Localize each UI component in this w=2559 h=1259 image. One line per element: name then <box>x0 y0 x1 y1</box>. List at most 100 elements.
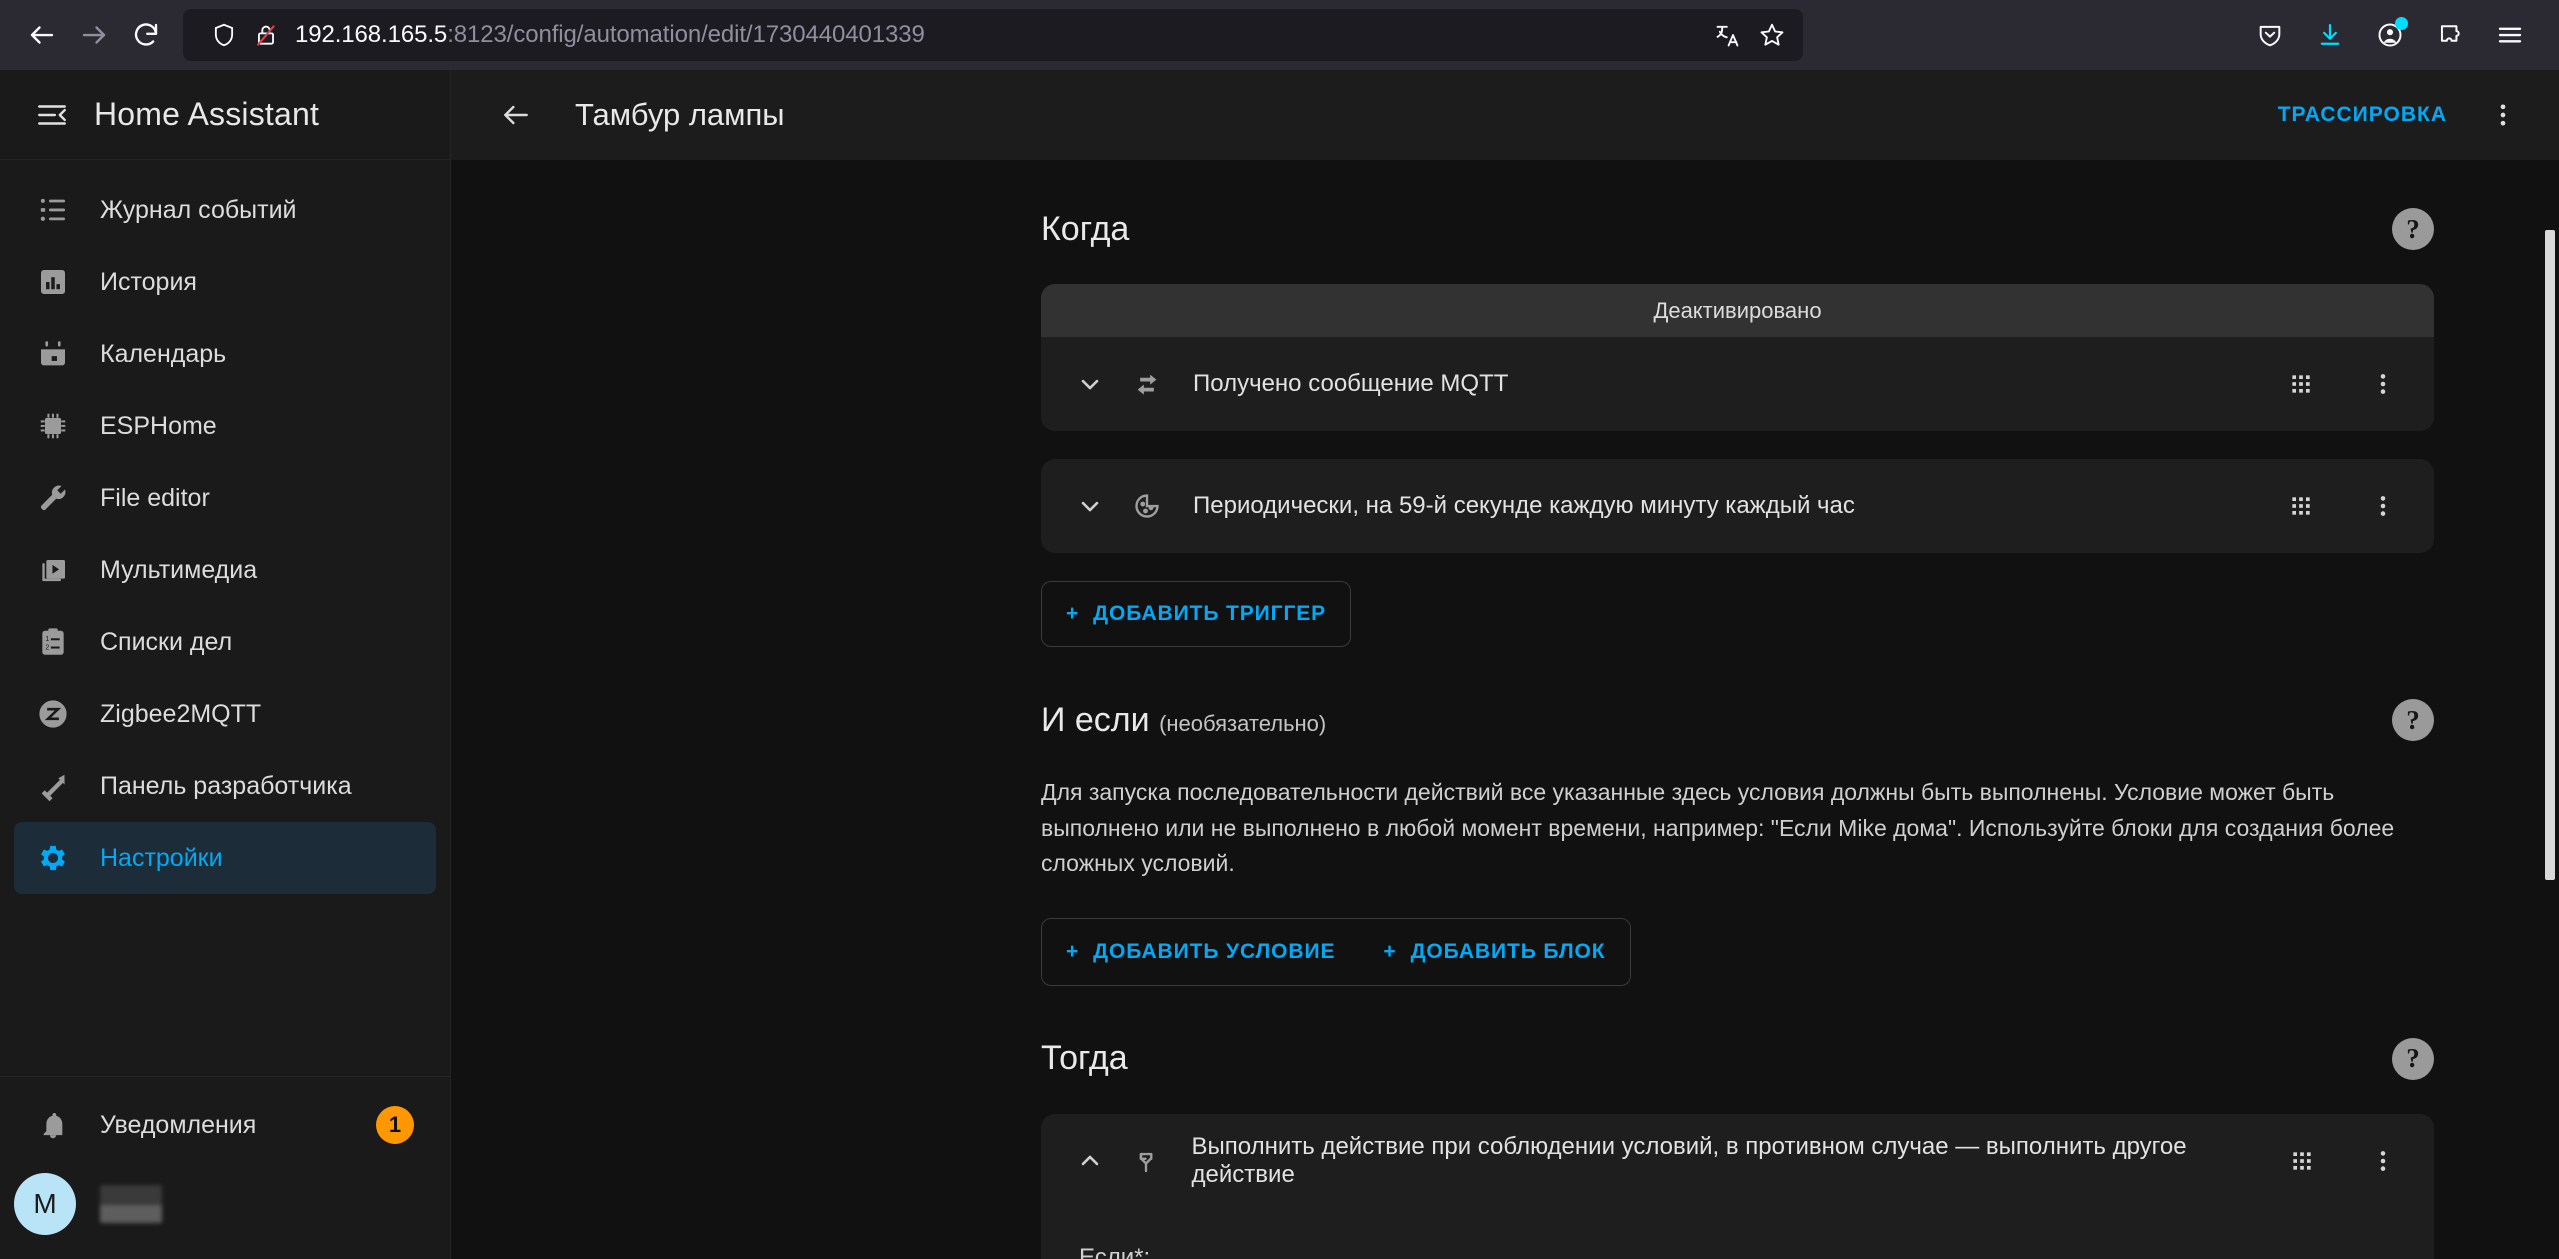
help-icon[interactable]: ? <box>2392 699 2434 741</box>
section-title-when: Когда <box>1041 209 1130 248</box>
add-trigger-button[interactable]: + ДОБАВИТЬ ТРИГГЕР <box>1041 581 1352 647</box>
plus-icon: + <box>1066 939 1080 963</box>
hammer-wrench-icon <box>32 765 74 807</box>
account-icon[interactable] <box>2367 12 2413 58</box>
trigger-overflow-icon[interactable] <box>2360 483 2406 529</box>
url-path: :8123/config/automation/edit/17304404013… <box>447 21 925 48</box>
and-if-description: Для запуска последовательности действий … <box>1041 779 2395 877</box>
trigger-card-mqtt[interactable]: Деактивировано Получено сообщение MQTT <box>1041 284 2434 431</box>
drag-handle-icon[interactable] <box>2278 483 2324 529</box>
sidebar-item-todo[interactable]: 12 Списки дел <box>14 606 436 678</box>
calendar-icon <box>32 333 74 375</box>
plus-icon: + <box>1066 602 1080 625</box>
sidebar-item-calendar[interactable]: Календарь <box>14 318 436 390</box>
sidebar-nav: Журнал событий История Календарь ESPHome <box>0 160 450 1076</box>
add-condition-button[interactable]: + ДОБАВИТЬ УСЛОВИЕ <box>1042 919 1359 985</box>
sidebar-item-label: Настройки <box>100 843 223 872</box>
action-overflow-icon[interactable] <box>2361 1138 2406 1184</box>
trigger-label: Получено сообщение MQTT <box>1193 370 1509 397</box>
main-panel: Тамбур лампы ТРАССИРОВКА Когда ? Деактив… <box>451 70 2559 1259</box>
scrollbar-thumb[interactable] <box>2545 230 2555 880</box>
wrench-icon <box>32 477 74 519</box>
logbook-icon <box>32 189 74 231</box>
sidebar-header: Home Assistant <box>0 70 450 160</box>
sidebar-item-history[interactable]: История <box>14 246 436 318</box>
browser-reload-button[interactable] <box>122 11 170 59</box>
shield-icon[interactable] <box>203 14 245 56</box>
sidebar-item-label: File editor <box>100 483 210 512</box>
sidebar-item-media[interactable]: Мультимедиа <box>14 534 436 606</box>
sidebar-item-label: Календарь <box>100 339 227 368</box>
sidebar: Home Assistant Журнал событий История Ка… <box>0 70 451 1259</box>
media-play-icon <box>32 549 74 591</box>
extensions-icon[interactable] <box>2427 12 2473 58</box>
sidebar-toggle-icon[interactable] <box>20 83 84 147</box>
svg-text:1: 1 <box>45 636 49 643</box>
chevron-up-icon[interactable] <box>1067 1138 1112 1184</box>
trigger-row[interactable]: Периодически, на 59-й секунде каждую мин… <box>1041 459 2434 553</box>
browser-toolbar-actions <box>2247 12 2541 58</box>
timer-icon <box>1123 482 1171 530</box>
sidebar-item-settings[interactable]: Настройки <box>14 822 436 894</box>
action-row[interactable]: Выполнить действие при соблюдении услови… <box>1041 1114 2434 1208</box>
history-chart-icon <box>32 261 74 303</box>
address-bar[interactable]: 192.168.165.5:8123/config/automation/edi… <box>183 9 1803 61</box>
chevron-down-icon[interactable] <box>1067 361 1113 407</box>
bookmark-star-icon[interactable] <box>1751 14 1793 56</box>
drag-handle-icon[interactable] <box>2278 361 2324 407</box>
sidebar-item-logbook[interactable]: Журнал событий <box>14 174 436 246</box>
add-block-button[interactable]: + ДОБАВИТЬ БЛОК <box>1359 919 1629 985</box>
sidebar-item-zigbee2mqtt[interactable]: Zigbee2MQTT <box>14 678 436 750</box>
section-then-header: Тогда ? <box>1041 1037 2434 1080</box>
sidebar-user-row[interactable]: M <box>0 1161 450 1247</box>
action-card-body: Если*: <box>1041 1208 2434 1259</box>
sidebar-item-label: Zigbee2MQTT <box>100 699 262 728</box>
translate-icon[interactable] <box>1707 14 1749 56</box>
pocket-save-icon[interactable] <box>2247 12 2293 58</box>
downloads-icon[interactable] <box>2307 12 2353 58</box>
page-title: Тамбур лампы <box>575 97 785 132</box>
app-shell: Home Assistant Журнал событий История Ка… <box>0 70 2559 1259</box>
action-card-if-then[interactable]: Выполнить действие при соблюдении услови… <box>1041 1113 2434 1259</box>
page-header: Тамбур лампы ТРАССИРОВКА <box>451 70 2559 160</box>
trigger-overflow-icon[interactable] <box>2360 361 2406 407</box>
section-title-then: Тогда <box>1041 1039 1128 1078</box>
section-title-text: И если <box>1041 700 1150 739</box>
header-actions: ТРАССИРОВКА <box>2262 87 2531 143</box>
app-menu-icon[interactable] <box>2487 12 2533 58</box>
sidebar-item-developer-tools[interactable]: Панель разработчика <box>14 750 436 822</box>
url-text[interactable]: 192.168.165.5:8123/config/automation/edi… <box>287 21 1707 49</box>
browser-back-button[interactable] <box>18 11 66 59</box>
browser-forward-button[interactable] <box>70 11 118 59</box>
trigger-row[interactable]: Получено сообщение MQTT <box>1041 337 2434 431</box>
sidebar-item-notifications[interactable]: Уведомления 1 <box>14 1089 436 1161</box>
lock-broken-icon[interactable] <box>245 14 287 56</box>
section-when-header: Когда ? <box>1041 208 2434 250</box>
add-condition-label: ДОБАВИТЬ УСЛОВИЕ <box>1093 939 1336 963</box>
action-label: Выполнить действие при соблюдении услови… <box>1191 1132 2187 1188</box>
sidebar-item-label: Уведомления <box>100 1110 257 1139</box>
sidebar-item-label: Списки дел <box>100 627 233 656</box>
trigger-disabled-banner: Деактивировано <box>1041 284 2434 337</box>
drag-handle-icon[interactable] <box>2279 1138 2324 1184</box>
sidebar-item-file-editor[interactable]: File editor <box>14 462 436 534</box>
gear-icon <box>32 837 74 879</box>
sidebar-title: Home Assistant <box>94 96 320 132</box>
section-title-and-if: И если (необязательно) <box>1041 701 1326 740</box>
trace-button[interactable]: ТРАССИРОВКА <box>2262 89 2463 141</box>
sidebar-item-label: Мультимедиа <box>100 555 258 584</box>
trigger-card-time-pattern[interactable]: Периодически, на 59-й секунде каждую мин… <box>1041 459 2434 553</box>
automation-editor-content: Когда ? Деактивировано Получено сообщени… <box>451 160 2559 1259</box>
chevron-down-icon[interactable] <box>1067 483 1113 529</box>
help-icon[interactable]: ? <box>2392 208 2434 250</box>
todo-list-icon: 12 <box>32 621 74 663</box>
help-icon[interactable]: ? <box>2392 1037 2434 1080</box>
back-arrow-icon[interactable] <box>485 84 547 146</box>
and-if-buttons: + ДОБАВИТЬ УСЛОВИЕ + ДОБАВИТЬ БЛОК <box>1041 917 2434 986</box>
sidebar-item-esphome[interactable]: ESPHome <box>14 390 436 462</box>
section-optional-label: (необязательно) <box>1159 710 1327 736</box>
sidebar-item-label: Журнал событий <box>100 195 297 224</box>
notification-count-badge: 1 <box>376 1106 414 1144</box>
content-scrollbar[interactable] <box>2541 160 2559 1259</box>
kebab-menu-icon[interactable] <box>2475 87 2531 143</box>
